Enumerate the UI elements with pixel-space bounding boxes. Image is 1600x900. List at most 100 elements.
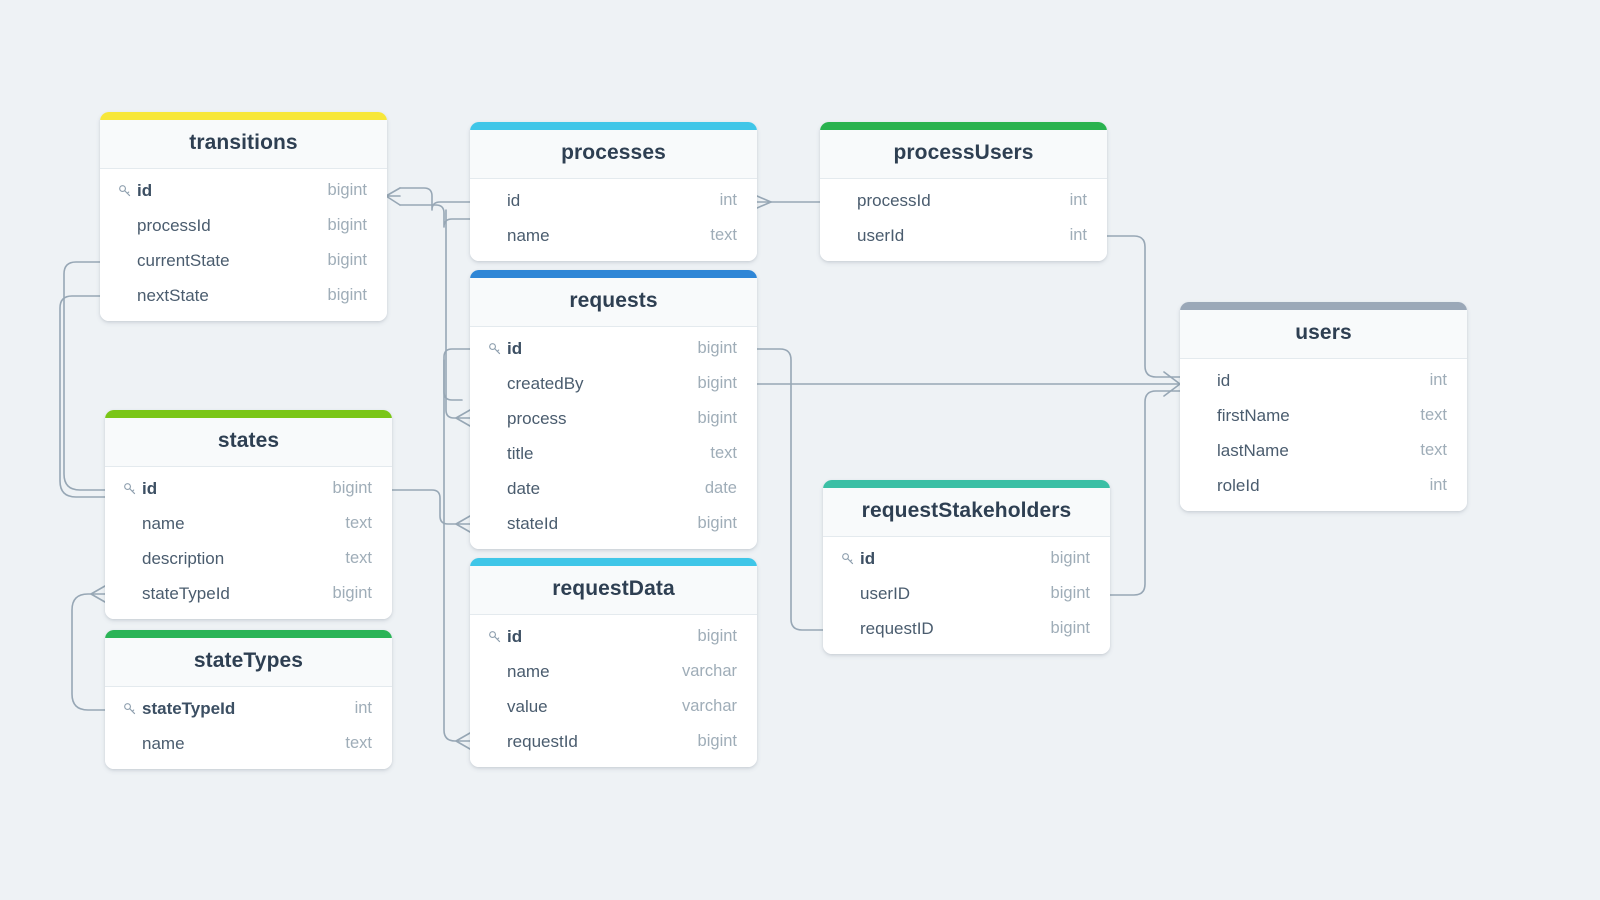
table-node-requestData[interactable]: requestData id bigint name varchar value varch… xyxy=(470,558,757,767)
table-title-users[interactable]: users xyxy=(1180,310,1467,359)
field-name: description xyxy=(142,548,225,568)
field-row[interactable]: processId bigint xyxy=(100,208,387,243)
field-list-processUsers: processId int userId int xyxy=(820,179,1107,261)
field-row[interactable]: id bigint xyxy=(823,541,1110,576)
field-name: process xyxy=(507,408,567,428)
field-type: bigint xyxy=(1050,584,1090,602)
field-name: requestID xyxy=(860,618,934,638)
field-type: varchar xyxy=(681,662,737,680)
edge-processes-transitions-b xyxy=(399,204,471,228)
field-row[interactable]: id bigint xyxy=(470,331,757,366)
field-row[interactable]: userId int xyxy=(820,218,1107,253)
field-name: stateTypeId xyxy=(142,698,236,718)
field-row[interactable]: process bigint xyxy=(470,401,757,436)
table-node-stateTypes[interactable]: stateTypes stateTypeId int name text xyxy=(105,630,392,769)
field-name: id xyxy=(1217,370,1231,390)
field-name: currentState xyxy=(137,250,230,270)
field-row[interactable]: stateTypeId bigint xyxy=(105,576,392,611)
table-accent-bar-users xyxy=(1180,302,1467,310)
crowfoot-requests-stateid xyxy=(455,515,471,533)
field-row[interactable]: id bigint xyxy=(470,619,757,654)
field-list-requests: id bigint createdBy bigint process bigint titl… xyxy=(470,327,757,549)
field-type: date xyxy=(704,479,737,497)
table-accent-bar-processUsers xyxy=(820,122,1107,130)
field-row[interactable]: name text xyxy=(470,218,757,253)
field-type: bigint xyxy=(327,216,367,234)
field-row[interactable]: name text xyxy=(105,726,392,761)
field-type: bigint xyxy=(327,251,367,269)
field-row[interactable]: stateId bigint xyxy=(470,506,757,541)
field-row[interactable]: name varchar xyxy=(470,654,757,689)
field-type: text xyxy=(345,734,372,752)
field-list-requestData: id bigint name varchar value varchar requestId… xyxy=(470,615,757,767)
table-title-processUsers[interactable]: processUsers xyxy=(820,130,1107,179)
field-row[interactable]: description text xyxy=(105,541,392,576)
field-row[interactable]: nextState bigint xyxy=(100,278,387,313)
field-row[interactable]: id int xyxy=(1180,363,1467,398)
field-row[interactable]: id int xyxy=(470,183,757,218)
table-title-requests[interactable]: requests xyxy=(470,278,757,327)
crowfoot-processes-right xyxy=(756,195,772,209)
edge-processes-requests-process xyxy=(445,209,471,419)
field-type: bigint xyxy=(1050,549,1090,567)
edge-users-processusers xyxy=(1106,235,1181,378)
field-row[interactable]: id bigint xyxy=(100,173,387,208)
field-name: userId xyxy=(857,225,905,245)
table-title-stateTypes[interactable]: stateTypes xyxy=(105,638,392,687)
field-name: requestId xyxy=(507,731,578,751)
field-name: firstName xyxy=(1217,405,1290,425)
table-node-transitions[interactable]: transitions id bigint processId bigint curren… xyxy=(100,112,387,321)
crowfoot-requests-process xyxy=(455,409,471,427)
field-name: id xyxy=(137,180,153,200)
field-list-states: id bigint name text description text stateType… xyxy=(105,467,392,619)
crowfoot-requestdata xyxy=(455,732,471,750)
edge-processes-transitions-a xyxy=(399,187,471,211)
field-row[interactable]: firstName text xyxy=(1180,398,1467,433)
field-row[interactable]: userID bigint xyxy=(823,576,1110,611)
er-diagram-canvas[interactable]: transitions id bigint processId bigint curren… xyxy=(0,0,1600,900)
field-row[interactable]: requestId bigint xyxy=(470,724,757,759)
field-name: processId xyxy=(857,190,931,210)
table-title-requestData[interactable]: requestData xyxy=(470,566,757,615)
field-type: bigint xyxy=(697,339,737,357)
table-accent-bar-requests xyxy=(470,270,757,278)
field-name: id xyxy=(507,190,521,210)
field-row[interactable]: title text xyxy=(470,436,757,471)
edge-requests-id-stub xyxy=(443,348,471,401)
field-name: userID xyxy=(860,583,911,603)
field-row[interactable]: name text xyxy=(105,506,392,541)
field-type: int xyxy=(1429,371,1447,389)
field-type: bigint xyxy=(1050,619,1090,637)
field-type: text xyxy=(1420,441,1447,459)
table-node-users[interactable]: users id int firstName text lastName text roleI… xyxy=(1180,302,1467,511)
edge-requests-requestdata xyxy=(443,359,471,742)
field-row[interactable]: roleId int xyxy=(1180,468,1467,503)
table-title-states[interactable]: states xyxy=(105,418,392,467)
table-node-requestStakeholders[interactable]: requestStakeholders id bigint userID bigint r… xyxy=(823,480,1110,654)
field-row[interactable]: date date xyxy=(470,471,757,506)
field-row[interactable]: processId int xyxy=(820,183,1107,218)
field-row[interactable]: requestID bigint xyxy=(823,611,1110,646)
field-row[interactable]: createdBy bigint xyxy=(470,366,757,401)
field-row[interactable]: id bigint xyxy=(105,471,392,506)
field-type: bigint xyxy=(332,584,372,602)
field-row[interactable]: value varchar xyxy=(470,689,757,724)
table-title-requestStakeholders[interactable]: requestStakeholders xyxy=(823,488,1110,537)
field-name: id xyxy=(507,626,523,646)
field-name: value xyxy=(507,696,548,716)
table-node-processUsers[interactable]: processUsers processId int userId int xyxy=(820,122,1107,261)
field-type: bigint xyxy=(697,374,737,392)
table-node-processes[interactable]: processes id int name text xyxy=(470,122,757,261)
field-type: varchar xyxy=(681,697,737,715)
field-name: stateId xyxy=(507,513,559,533)
table-title-transitions[interactable]: transitions xyxy=(100,120,387,169)
field-row[interactable]: stateTypeId int xyxy=(105,691,392,726)
table-node-requests[interactable]: requests id bigint createdBy bigint process bi… xyxy=(470,270,757,549)
field-name: title xyxy=(507,443,534,463)
field-row[interactable]: lastName text xyxy=(1180,433,1467,468)
table-title-processes[interactable]: processes xyxy=(470,130,757,179)
table-node-states[interactable]: states id bigint name text description text sta… xyxy=(105,410,392,619)
field-type: int xyxy=(1429,476,1447,494)
field-row[interactable]: currentState bigint xyxy=(100,243,387,278)
field-name: date xyxy=(507,478,541,498)
